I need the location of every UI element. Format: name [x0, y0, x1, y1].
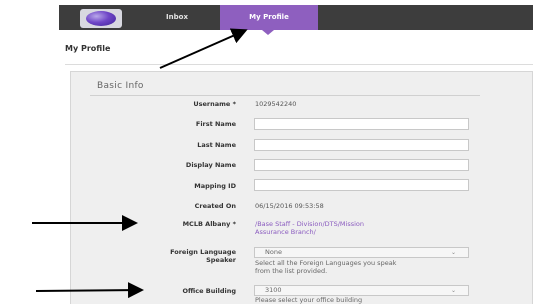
annotation-arrows — [32, 28, 248, 299]
arrow-to-my-profile-tab — [159, 28, 248, 69]
arrow-to-office-building — [35, 282, 144, 299]
